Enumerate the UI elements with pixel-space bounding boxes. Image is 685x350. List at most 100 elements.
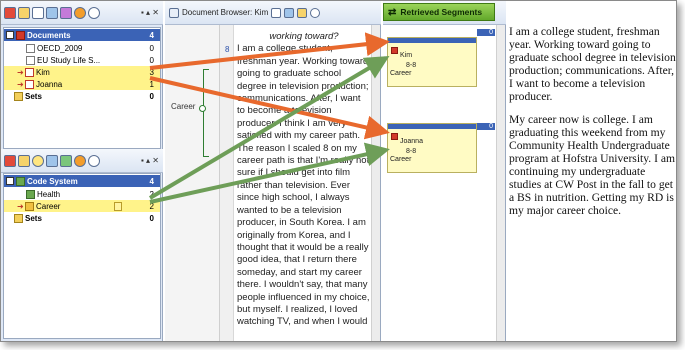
delete-icon[interactable]	[4, 6, 16, 19]
pin-icon[interactable]: ▪ ▴ ✕	[141, 156, 159, 165]
code-system-root[interactable]: − Code System 4	[4, 175, 160, 187]
segment-document: Kim	[400, 52, 413, 59]
document-browser-title: Document Browser: Kim	[182, 8, 269, 17]
doc-count: 0	[149, 55, 154, 65]
doc-item-joanna[interactable]: ➜ Joanna 1	[4, 78, 160, 90]
doc-item-kim[interactable]: ➜ Kim 3	[4, 66, 160, 78]
documents-icon	[16, 30, 25, 40]
document-icon	[26, 55, 35, 65]
segment-text-area: I am a college student, freshman year. W…	[509, 25, 676, 341]
document-icon	[26, 43, 35, 53]
documents-label: Documents	[27, 30, 71, 40]
document-icon	[25, 79, 34, 89]
code-icon[interactable]	[60, 154, 72, 167]
delete-icon[interactable]	[4, 154, 16, 167]
document-question: working toward?	[269, 31, 339, 42]
collapse-icon[interactable]: −	[6, 177, 14, 185]
print-icon[interactable]	[271, 7, 282, 18]
doc-label: Kim	[36, 67, 50, 77]
left-column: ▪ ▴ ✕ − Documents 4 OECD_2009 0 EU Study…	[1, 1, 163, 341]
segment-card[interactable]: Joanna 8-8 Career	[387, 123, 477, 173]
sets-count: 0	[149, 91, 154, 101]
retrieved-segments-window: ⇄ Retrieved Segments Kim 8-8 Career 0 Jo…	[383, 1, 506, 341]
document-text[interactable]: I am a college student, freshman year. W…	[237, 43, 371, 328]
document-text-area[interactable]: working toward? I am a college student, …	[237, 25, 371, 341]
new-folder-icon[interactable]	[18, 6, 30, 19]
segment-number: 0	[477, 29, 495, 36]
code-sets[interactable]: Sets 0	[4, 212, 160, 224]
search-icon[interactable]	[88, 154, 100, 167]
code-system-count: 4	[149, 176, 154, 186]
attribute-icon[interactable]	[60, 6, 72, 19]
segment-reference: 8-8	[406, 148, 417, 155]
code-system-toolbar: ▪ ▴ ✕	[1, 149, 163, 173]
new-folder-icon[interactable]	[18, 154, 30, 167]
document-system-toolbar: ▪ ▴ ✕	[1, 1, 163, 25]
coding-stripe[interactable]	[203, 69, 209, 157]
documents-root[interactable]: − Documents 4	[4, 29, 160, 41]
document-browser: Document Browser: Kim Career 8 working t…	[165, 1, 381, 341]
document-browser-titlebar: Document Browser: Kim	[165, 1, 381, 25]
segment-card[interactable]: Kim 8-8 Career	[387, 37, 477, 87]
code-item-career[interactable]: ➜ Career 2	[4, 200, 160, 212]
edit-icon[interactable]	[297, 7, 308, 18]
coding-stripe-label: Career	[171, 102, 196, 111]
documents-count: 4	[149, 30, 154, 40]
code-icon	[26, 189, 35, 199]
doc-label: Joanna	[36, 79, 63, 89]
code-count: 2	[149, 189, 154, 199]
activated-arrow-icon: ➜	[17, 79, 24, 89]
document-icon	[391, 133, 398, 140]
code-label: Career	[36, 201, 61, 211]
doc-item-oecd[interactable]: OECD_2009 0	[4, 42, 160, 54]
table-icon[interactable]	[46, 6, 58, 19]
document-icon	[25, 67, 34, 77]
search-icon[interactable]	[88, 6, 100, 19]
color-icon[interactable]	[74, 6, 86, 19]
document-icon	[391, 47, 398, 54]
doc-sets[interactable]: Sets 0	[4, 90, 160, 102]
smiley-icon[interactable]	[32, 154, 44, 167]
doc-item-eu-study[interactable]: EU Study Life S... 0	[4, 54, 160, 66]
paragraph-number: 8	[225, 45, 230, 54]
segment-text-1: I am a college student, freshman year. W…	[509, 25, 676, 103]
segment-header	[388, 38, 476, 43]
doc-label: EU Study Life S...	[37, 55, 101, 65]
code-icon	[25, 201, 34, 211]
code-system-label: Code System	[27, 176, 78, 186]
code-label: Health	[37, 189, 61, 199]
table-icon[interactable]	[46, 154, 58, 167]
sets-icon	[14, 91, 23, 101]
segments-scrollbar[interactable]	[496, 25, 505, 341]
segment-number: 0	[477, 123, 495, 130]
doc-count: 0	[149, 43, 154, 53]
doc-label: OECD_2009	[37, 43, 83, 53]
export-icon[interactable]	[284, 7, 295, 18]
browser-icon	[169, 7, 179, 18]
collapse-icon[interactable]: −	[6, 31, 14, 39]
segment-text-2: My career now is college. I am graduatin…	[509, 113, 676, 217]
sets-label: Sets	[25, 91, 42, 101]
coding-stripe-column: Career	[165, 25, 220, 341]
paragraph-number-column	[220, 25, 234, 341]
retrieved-segments-toolbar: ⇄ Retrieved Segments	[383, 1, 506, 25]
new-document-icon[interactable]	[32, 6, 44, 19]
retrieved-segments-titlebar: ⇄ Retrieved Segments	[383, 3, 495, 21]
segment-code: Career	[390, 70, 412, 77]
doc-count: 1	[149, 79, 154, 89]
memo-icon[interactable]	[114, 201, 122, 211]
segment-code: Career	[390, 156, 412, 163]
color-icon[interactable]	[74, 154, 86, 167]
segment-document: Joanna	[400, 138, 423, 145]
document-scrollbar[interactable]	[371, 25, 380, 341]
code-system-panel: − Code System 4 Health 2 ➜ Career 2 Sets	[3, 173, 161, 339]
segment-header	[388, 124, 476, 129]
sets-label: Sets	[25, 213, 42, 223]
pin-icon[interactable]: ▪ ▴ ✕	[141, 8, 159, 17]
code-system-icon	[16, 176, 25, 186]
search-icon[interactable]	[310, 7, 321, 18]
app-window: ▪ ▴ ✕ − Documents 4 OECD_2009 0 EU Study…	[0, 0, 677, 342]
coding-stripe-dot[interactable]	[199, 105, 206, 112]
activated-arrow-icon: ➜	[17, 67, 24, 77]
code-item-health[interactable]: Health 2	[4, 188, 160, 200]
